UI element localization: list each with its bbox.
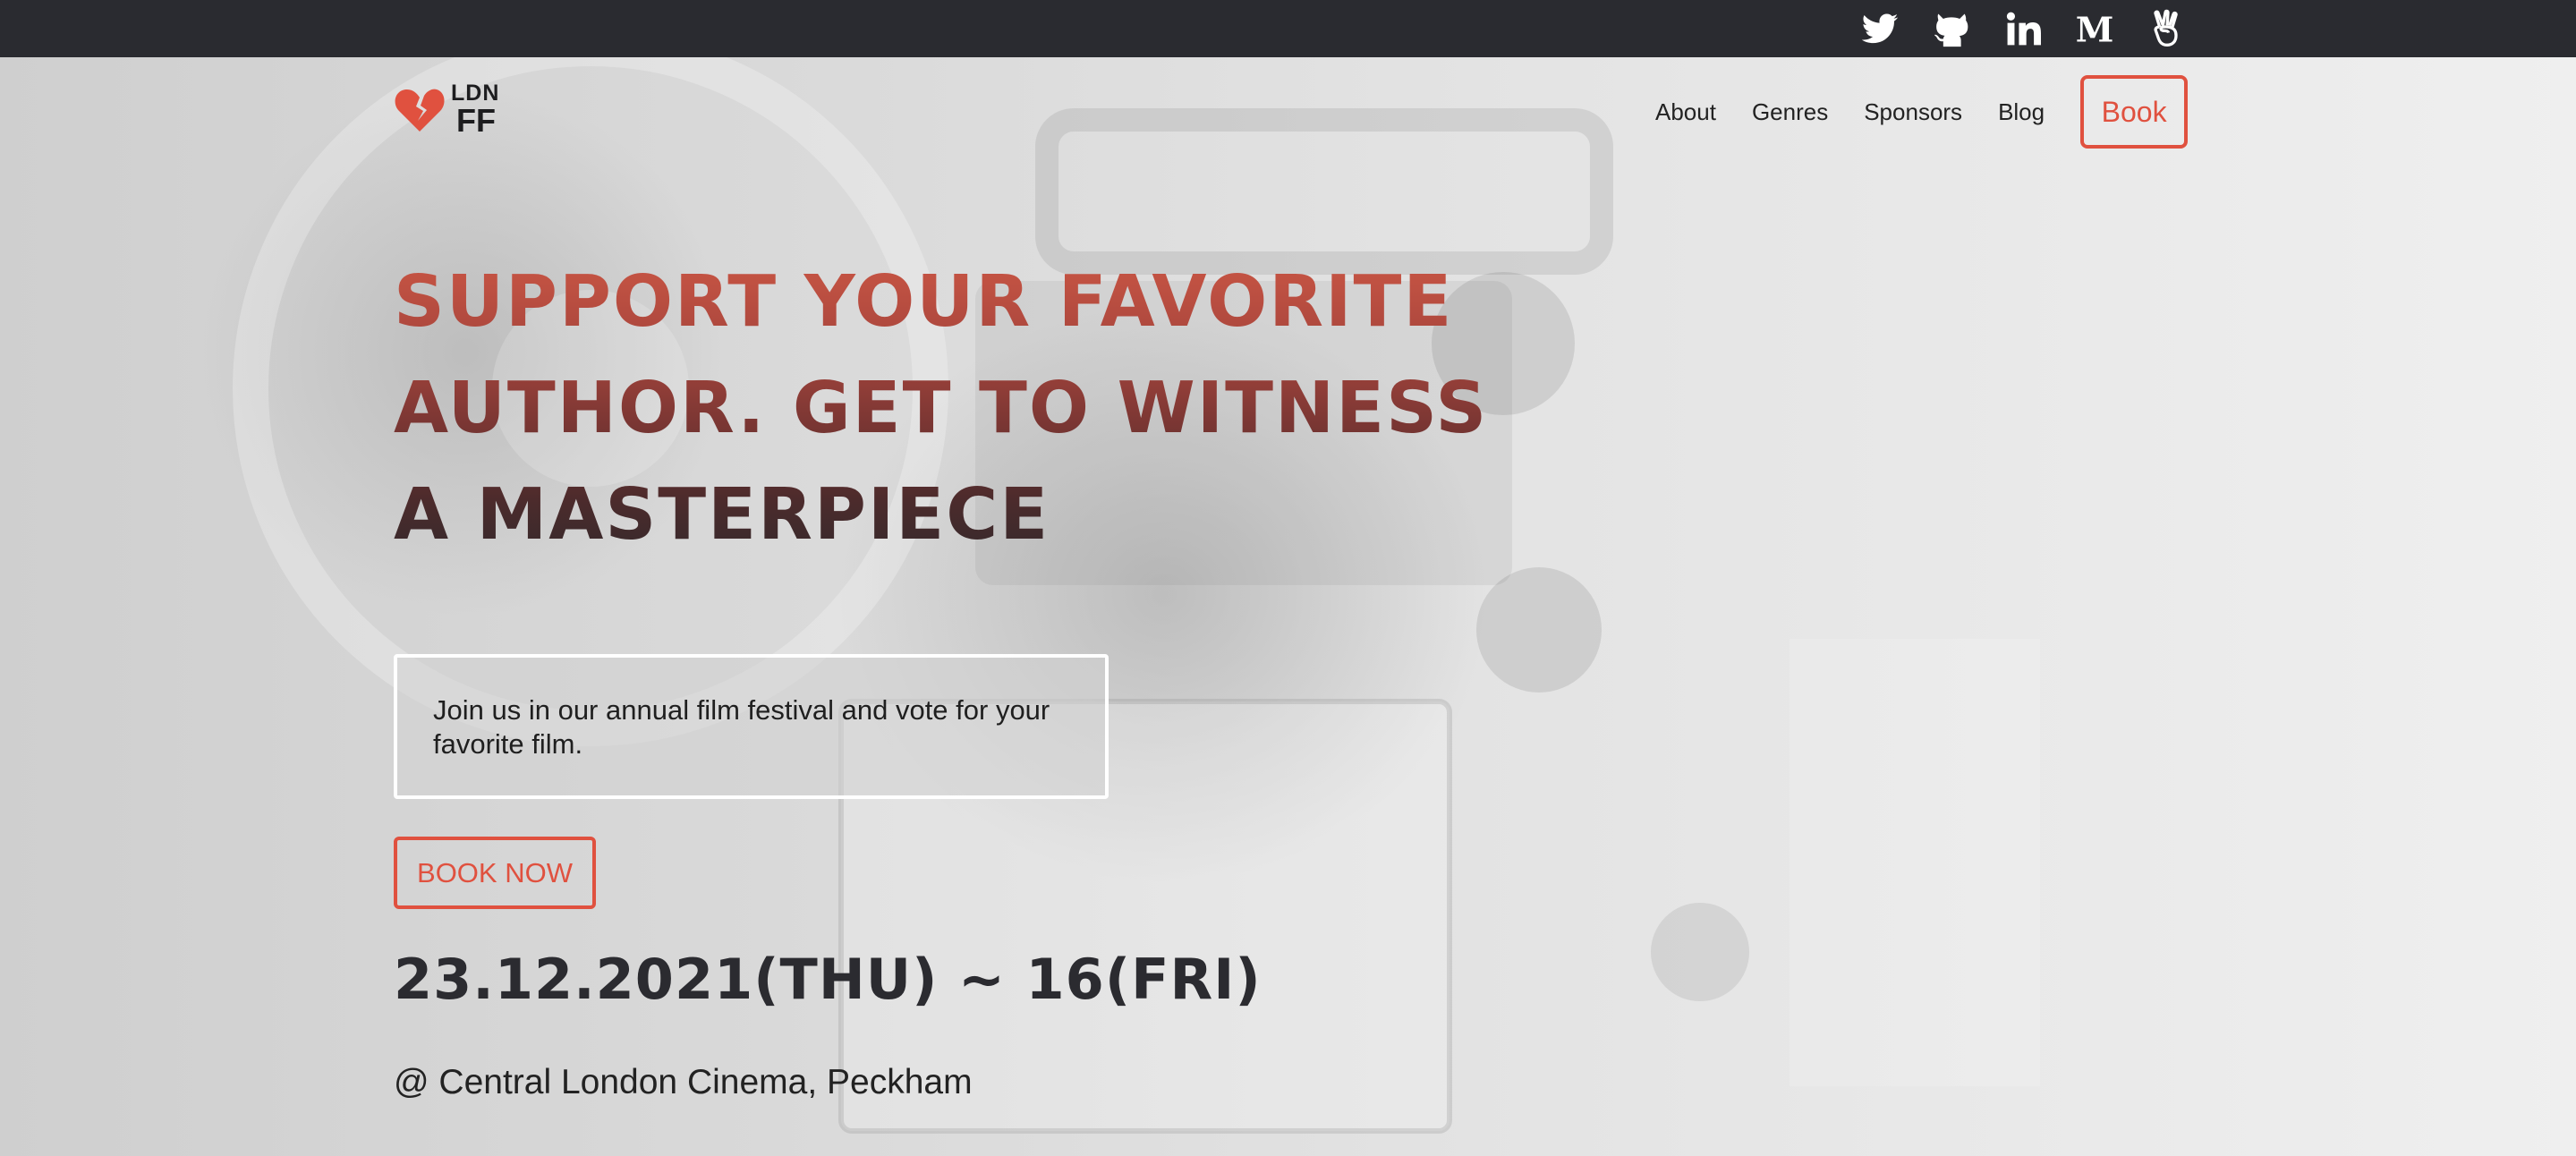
hero-section: LDN FF About Genres Sponsors Blog Book S… [0,57,2576,1156]
main-nav: About Genres Sponsors Blog Book [1655,75,2189,149]
linkedin-link[interactable] [2002,8,2044,49]
headline-line-3: A MASTERPIECE [394,473,1050,556]
logo-line2: FF [456,102,496,139]
nav-sponsors[interactable]: Sponsors [1864,98,1962,126]
hero-headline: SUPPORT YOUR FAVORITE AUTHOR. GET TO WIT… [394,249,1512,568]
social-links: M [1859,0,2187,57]
headline-line-2: AUTHOR. GET TO WITNESS [394,367,1489,449]
intro-box: Join us in our annual film festival and … [394,654,1109,799]
nav-book-button[interactable]: Book [2080,75,2189,149]
broken-heart-icon [395,89,445,132]
twitter-link[interactable] [1859,8,1900,49]
intro-text: Join us in our annual film festival and … [433,694,1050,760]
linkedin-icon [2006,12,2041,46]
medium-icon: M [2076,11,2114,48]
book-now-button[interactable]: BOOK NOW [394,837,596,909]
nav-about[interactable]: About [1655,98,1716,126]
angellist-link[interactable] [2146,8,2187,49]
nav-blog[interactable]: Blog [1998,98,2045,126]
medium-link[interactable]: M [2074,8,2115,49]
twitter-icon [1861,13,1899,44]
angellist-icon [2154,9,2178,47]
site-logo[interactable]: LDN FF [394,82,499,137]
top-bar: M [0,0,2576,57]
logo-text: LDN FF [451,82,499,137]
festival-venue: @ Central London Cinema, Peckham [394,1063,973,1101]
github-link[interactable] [1931,8,1972,49]
projector-background [233,57,2040,1134]
festival-dates: 23.12.2021(THU) ~ 16(FRI) [394,947,1262,1012]
github-icon [1934,13,1968,47]
nav-genres[interactable]: Genres [1752,98,1828,126]
headline-line-1: SUPPORT YOUR FAVORITE [394,260,1454,343]
svg-text:M: M [2076,11,2114,48]
